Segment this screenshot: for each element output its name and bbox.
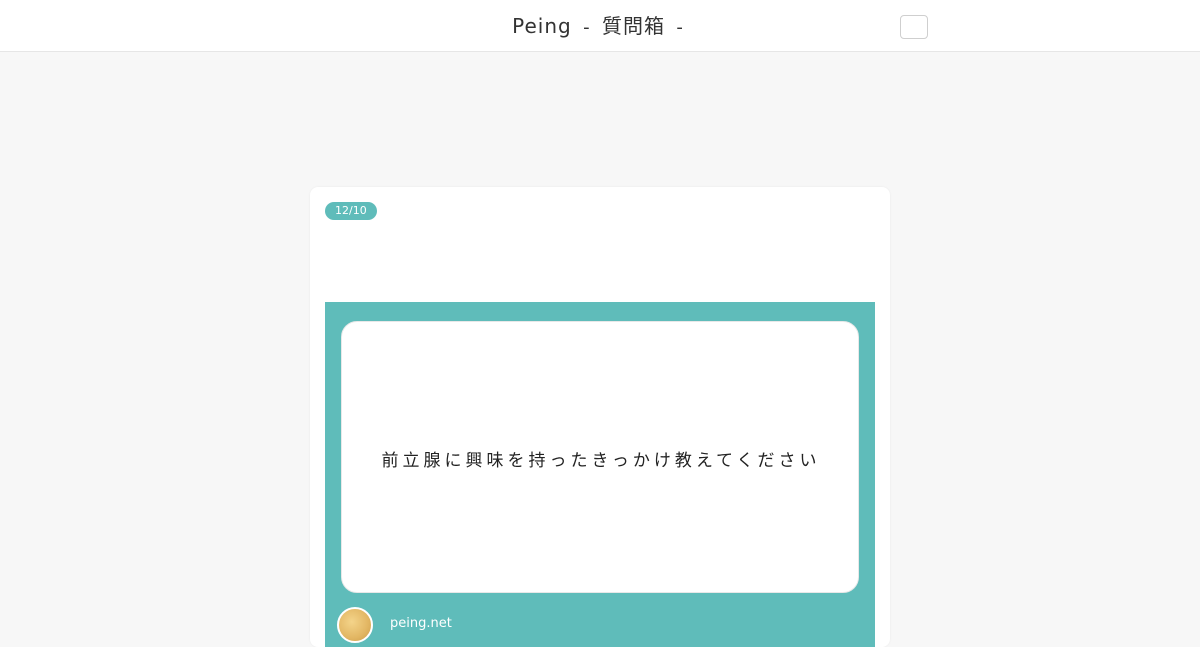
site-title[interactable]: Peing - 質問箱 - bbox=[0, 10, 1200, 39]
question-text: 前立腺に興味を持ったきっかけ教えてください bbox=[381, 450, 821, 471]
site-label: peing.net bbox=[390, 616, 452, 631]
question-box: 前立腺に興味を持ったきっかけ教えてください bbox=[341, 321, 859, 593]
avatar-icon bbox=[337, 607, 373, 643]
question-image: 前立腺に興味を持ったきっかけ教えてください peing.net bbox=[325, 302, 875, 647]
title-separator-left: - bbox=[583, 17, 591, 38]
brand-subtitle: 質問箱 bbox=[601, 14, 665, 38]
top-nav-bar: Peing - 質問箱 - bbox=[0, 0, 1200, 52]
brand-name: Peing bbox=[512, 14, 572, 38]
title-separator-right: - bbox=[676, 17, 684, 38]
question-card: 12/10 前立腺に興味を持ったきっかけ教えてください peing.net bbox=[310, 187, 890, 647]
date-badge: 12/10 bbox=[325, 202, 377, 220]
menu-icon[interactable] bbox=[900, 15, 928, 39]
